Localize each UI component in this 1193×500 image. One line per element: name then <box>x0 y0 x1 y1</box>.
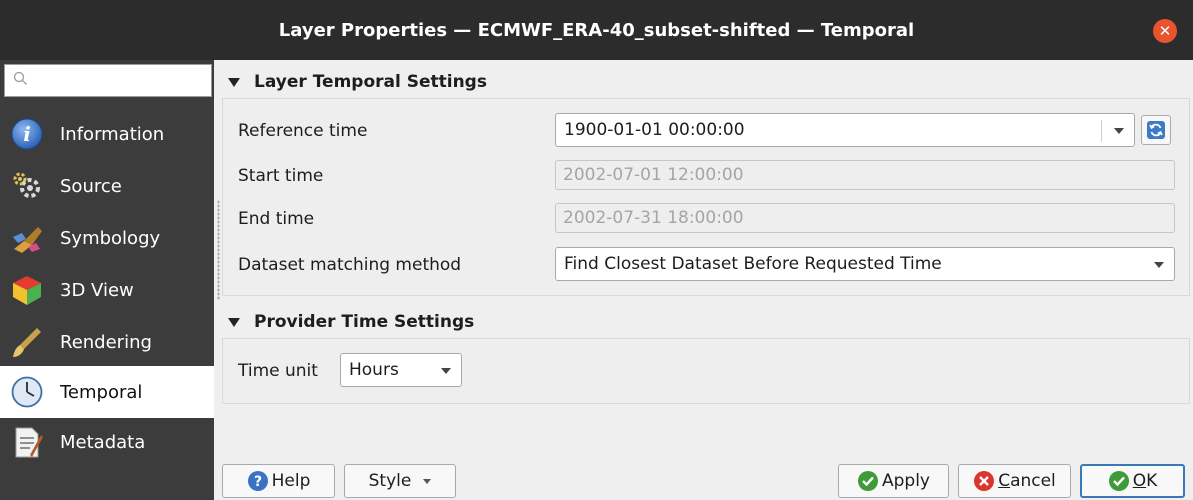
information-icon: i <box>11 118 43 150</box>
style-button[interactable]: Style <box>344 464 456 498</box>
provider-time-group: Time unit Hours <box>222 338 1190 404</box>
apply-label: Apply <box>882 471 930 491</box>
checkmark-icon <box>1108 471 1129 491</box>
cancel-icon <box>974 471 995 491</box>
reference-time-value: 1900-01-01 00:00:00 <box>564 120 745 140</box>
close-icon: ✕ <box>1158 21 1172 40</box>
chevron-down-icon <box>423 478 432 484</box>
time-unit-value: Hours <box>349 360 399 380</box>
style-label: Style <box>368 471 412 491</box>
chevron-down-icon <box>1154 262 1164 268</box>
sidebar-item-label: Source <box>60 175 122 197</box>
help-label: Help <box>271 471 311 491</box>
help-button[interactable]: ? Help <box>222 464 335 498</box>
dataset-matching-method-label: Dataset matching method <box>238 255 462 275</box>
ok-label: OK <box>1132 471 1158 491</box>
source-icon <box>13 172 40 198</box>
window-title: Layer Properties — ECMWF_ERA-40_subset-s… <box>278 19 915 41</box>
sidebar-item-rendering[interactable]: Rendering <box>0 316 214 368</box>
sidebar-item-label: Information <box>60 123 165 145</box>
combo-separator <box>1101 120 1102 142</box>
sidebar: i Information Source Symbology 3D View R… <box>0 60 214 500</box>
reference-time-combo[interactable]: 1900-01-01 00:00:00 <box>555 113 1135 147</box>
chevron-down-icon <box>441 368 451 374</box>
svg-text:?: ? <box>254 474 262 490</box>
time-unit-label: Time unit <box>238 361 318 381</box>
dataset-matching-method-combo[interactable]: Find Closest Dataset Before Requested Ti… <box>555 247 1175 281</box>
layer-temporal-settings-header[interactable]: Layer Temporal Settings <box>220 66 1190 98</box>
chevron-down-icon <box>1114 128 1124 134</box>
dataset-matching-method-value: Find Closest Dataset Before Requested Ti… <box>564 254 942 274</box>
start-time-label: Start time <box>238 166 324 186</box>
provider-time-settings-header[interactable]: Provider Time Settings <box>220 306 1190 338</box>
sidebar-item-symbology[interactable]: Symbology <box>0 212 214 264</box>
collapse-triangle-icon <box>228 77 240 87</box>
collapse-triangle-icon <box>228 317 240 327</box>
refresh-icon <box>1147 121 1165 139</box>
sidebar-item-information[interactable]: i Information <box>0 108 214 160</box>
end-time-field: 2002-07-31 18:00:00 <box>555 203 1175 233</box>
time-unit-combo[interactable]: Hours <box>340 353 462 387</box>
metadata-icon <box>15 427 43 458</box>
sidebar-item-temporal[interactable]: Temporal <box>0 366 214 418</box>
search-icon <box>13 71 27 85</box>
refresh-button[interactable] <box>1141 115 1171 145</box>
help-icon: ? <box>247 471 268 491</box>
clock-icon <box>11 376 43 408</box>
sidebar-item-label: Temporal <box>60 381 143 403</box>
title-bar: Layer Properties — ECMWF_ERA-40_subset-s… <box>0 0 1193 60</box>
cancel-button[interactable]: Cancel <box>958 464 1071 498</box>
start-time-value: 2002-07-01 12:00:00 <box>563 165 744 185</box>
section-title: Layer Temporal Settings <box>254 72 487 92</box>
end-time-value: 2002-07-31 18:00:00 <box>563 208 744 228</box>
cancel-label: Cancel <box>998 471 1056 491</box>
checkmark-icon <box>858 471 878 491</box>
reference-time-label: Reference time <box>238 121 368 141</box>
end-time-label: End time <box>238 209 315 229</box>
start-time-field: 2002-07-01 12:00:00 <box>555 160 1175 190</box>
3d-view-icon <box>13 276 41 305</box>
section-title: Provider Time Settings <box>254 312 475 332</box>
sidebar-item-label: 3D View <box>60 279 134 301</box>
sidebar-item-3d-view[interactable]: 3D View <box>0 264 214 316</box>
sidebar-item-source[interactable]: Source <box>0 160 214 212</box>
sidebar-item-label: Metadata <box>60 431 146 453</box>
apply-button[interactable]: Apply <box>838 464 949 498</box>
search-field[interactable] <box>4 64 212 97</box>
sidebar-item-label: Symbology <box>60 227 161 249</box>
symbology-icon <box>13 227 42 253</box>
sidebar-item-label: Rendering <box>60 331 152 353</box>
main-panel: Layer Temporal Settings Reference time 1… <box>214 60 1193 500</box>
layer-temporal-group: Reference time 1900-01-01 00:00:00 Start… <box>222 98 1190 296</box>
close-button[interactable]: ✕ <box>1153 19 1177 43</box>
ok-button[interactable]: OK <box>1080 464 1185 498</box>
rendering-icon <box>13 328 41 357</box>
sidebar-item-metadata[interactable]: Metadata <box>0 416 214 468</box>
layer-properties-dialog: Layer Properties — ECMWF_ERA-40_subset-s… <box>0 0 1193 500</box>
svg-text:i: i <box>23 122 31 146</box>
search-input[interactable] <box>35 69 205 93</box>
